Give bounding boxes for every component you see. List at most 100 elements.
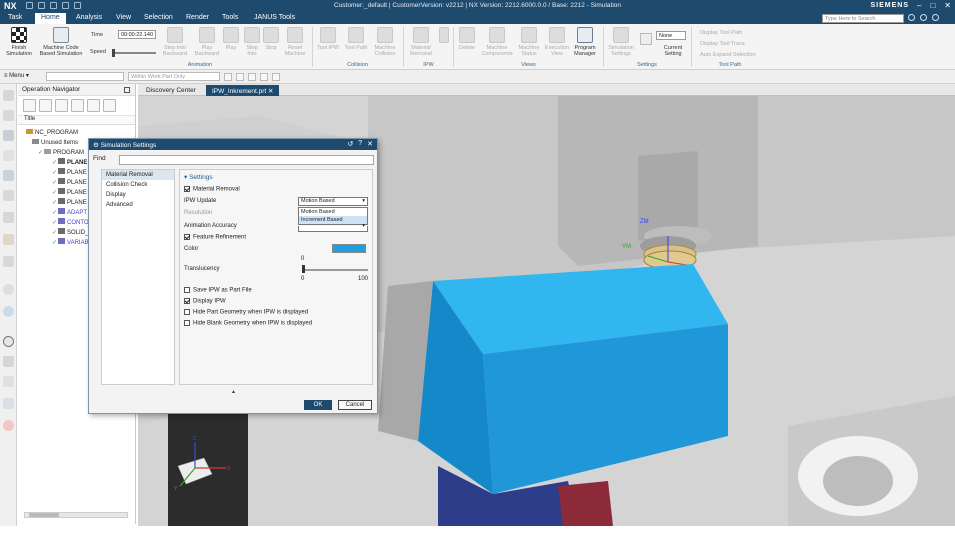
horizontal-scrollbar[interactable] — [24, 512, 128, 518]
tab-render[interactable]: Render — [186, 14, 209, 21]
snap-edge-icon[interactable] — [260, 73, 268, 81]
machine-status-button[interactable]: Machine Status — [515, 27, 543, 57]
machine-code-simulation-button[interactable]: Machine Code Based Simulation — [36, 27, 86, 57]
teamcenter-icon[interactable] — [3, 398, 14, 409]
machine-components-button[interactable]: Machine Components — [480, 27, 514, 57]
tree-row[interactable]: ✓ VARIAB — [52, 238, 89, 248]
help-icon[interactable] — [920, 14, 927, 21]
roles-icon[interactable] — [3, 256, 14, 267]
tool-path-collision-button[interactable]: Tool Path — [343, 27, 369, 51]
display-ipw-checkbox[interactable]: Display IPW — [184, 298, 226, 305]
option-motion-based[interactable]: Motion Based — [299, 208, 367, 216]
tree-row[interactable]: NC_PROGRAM — [26, 128, 78, 138]
machining-method-view-icon[interactable] — [71, 99, 84, 112]
snap-point-icon[interactable] — [248, 73, 256, 81]
title-column-header[interactable]: Title — [18, 116, 135, 125]
tool-library-icon[interactable] — [3, 234, 14, 245]
search-icon[interactable] — [908, 14, 915, 21]
delete-button[interactable]: Delete — [456, 27, 478, 51]
reuse-library-icon[interactable] — [3, 150, 14, 161]
create-program-icon[interactable] — [87, 99, 100, 112]
display-tool-path-item[interactable]: Display Tool Path — [700, 30, 742, 36]
reset-dialog-icon[interactable]: ↺ — [347, 140, 353, 148]
settings-section-title[interactable]: ▾ Settings — [184, 173, 213, 181]
tree-row[interactable]: ✓ PLANE — [52, 198, 87, 208]
category-material-removal[interactable]: Material Removal — [102, 170, 174, 180]
simulation-settings-button[interactable]: Simulation Settings — [606, 27, 636, 57]
option-increment-based[interactable]: Increment Based — [299, 216, 367, 224]
snap-face-icon[interactable] — [272, 73, 280, 81]
tree-row[interactable]: ✓ ADAPT — [52, 208, 87, 218]
translucency-slider-knob[interactable] — [302, 265, 305, 273]
close-dialog-icon[interactable]: ✕ — [367, 140, 373, 148]
maximize-button[interactable]: □ — [930, 1, 935, 10]
speed-slider-knob[interactable] — [112, 49, 115, 57]
step-into-button[interactable]: Step Into — [242, 27, 262, 57]
save-ipw-checkbox[interactable]: Save IPW as Part File — [184, 287, 252, 294]
create-operation-icon[interactable] — [103, 99, 116, 112]
ipw-update-select[interactable]: Motion Based ▾ — [298, 197, 368, 206]
system-materials-icon[interactable] — [3, 356, 14, 367]
tree-row[interactable]: ✓ SOLID_ — [52, 228, 88, 238]
close-tab-icon[interactable]: ✕ — [268, 88, 273, 95]
tool-ipw-button[interactable]: Tool IPW — [315, 27, 341, 51]
tab-discovery-center[interactable]: Discovery Center — [140, 85, 202, 96]
tab-view[interactable]: View — [116, 14, 131, 21]
web-browser-icon[interactable] — [3, 284, 14, 295]
time-field[interactable]: 00:00:22.140 — [118, 30, 156, 39]
operation-navigator-icon[interactable] — [3, 170, 14, 181]
settings-dropdown[interactable]: None — [656, 31, 686, 40]
menu-button[interactable]: ≡ Menu ▾ — [4, 72, 29, 79]
geometry-view-icon[interactable] — [55, 99, 68, 112]
step-backward-button[interactable]: Step Into Backward — [160, 27, 190, 57]
process-studio-icon[interactable] — [3, 376, 14, 387]
type-filter-dropdown[interactable] — [46, 72, 124, 81]
feature-refinement-checkbox[interactable]: Feature Refinement — [184, 234, 246, 241]
ipw-more-button[interactable] — [437, 27, 451, 45]
color-swatch[interactable] — [332, 244, 366, 253]
constraint-navigator-icon[interactable] — [3, 110, 14, 121]
program-order-view-icon[interactable] — [23, 99, 36, 112]
assembly-navigator-icon[interactable] — [3, 90, 14, 101]
machine-navigator-icon[interactable] — [3, 190, 14, 201]
material-removal-button[interactable]: Material Removal — [406, 27, 436, 57]
find-input[interactable] — [119, 155, 374, 165]
machine-tool-view-icon[interactable] — [39, 99, 52, 112]
display-tool-trace-item[interactable]: Display Tool Trace — [700, 41, 745, 47]
reset-machine-button[interactable]: Reset Machine — [282, 27, 308, 57]
tab-janus-tools[interactable]: JANUS Tools — [254, 14, 295, 21]
hide-blank-geometry-checkbox[interactable]: Hide Blank Geometry when IPW is displaye… — [184, 320, 312, 327]
material-removal-checkbox[interactable]: Material Removal — [184, 186, 240, 193]
ok-button[interactable]: OK — [304, 400, 332, 410]
stop-button[interactable]: Stop — [263, 27, 279, 51]
finish-simulation-button[interactable]: Finish Simulation — [3, 27, 35, 57]
part-navigator-icon[interactable] — [3, 130, 14, 141]
help-icon[interactable]: ? — [358, 140, 362, 148]
ai-assistant-icon[interactable] — [3, 420, 14, 431]
animation-accuracy-select[interactable]: ▾ — [298, 223, 368, 232]
tab-selection[interactable]: Selection — [144, 14, 173, 21]
hide-part-geometry-checkbox[interactable]: Hide Part Geometry when IPW is displayed — [184, 309, 308, 316]
category-advanced[interactable]: Advanced — [102, 200, 174, 210]
tab-tools[interactable]: Tools — [222, 14, 238, 21]
clock-icon[interactable] — [3, 336, 14, 347]
category-collision-check[interactable]: Collision Check — [102, 180, 174, 190]
category-display[interactable]: Display — [102, 190, 174, 200]
minimize-button[interactable]: – — [917, 1, 921, 10]
scope-dropdown[interactable]: Within Work Part Only — [128, 72, 220, 81]
program-manager-button[interactable]: Program Manager — [571, 27, 599, 57]
search-input[interactable]: Type Here to Search — [822, 14, 904, 23]
history-icon[interactable] — [3, 212, 14, 223]
pin-icon[interactable] — [124, 87, 130, 93]
tab-analysis[interactable]: Analysis — [76, 14, 102, 21]
tree-row[interactable]: ✓ PROGRAM — [38, 148, 84, 158]
tab-task[interactable]: Task — [8, 14, 22, 21]
execution-view-button[interactable]: Execution View — [544, 27, 570, 57]
tree-row[interactable]: Unused Items — [32, 138, 78, 148]
auto-expand-selection-item[interactable]: Auto Expand Selection — [700, 52, 756, 58]
tab-ipw-inkrement[interactable]: IPW_Inkrement.prt ✕ — [206, 85, 280, 96]
snap-icon[interactable] — [236, 73, 244, 81]
play-button[interactable]: Play — [222, 27, 240, 51]
palette-icon[interactable] — [3, 306, 14, 317]
expand-arrow-icon[interactable]: ▲ — [231, 389, 236, 395]
